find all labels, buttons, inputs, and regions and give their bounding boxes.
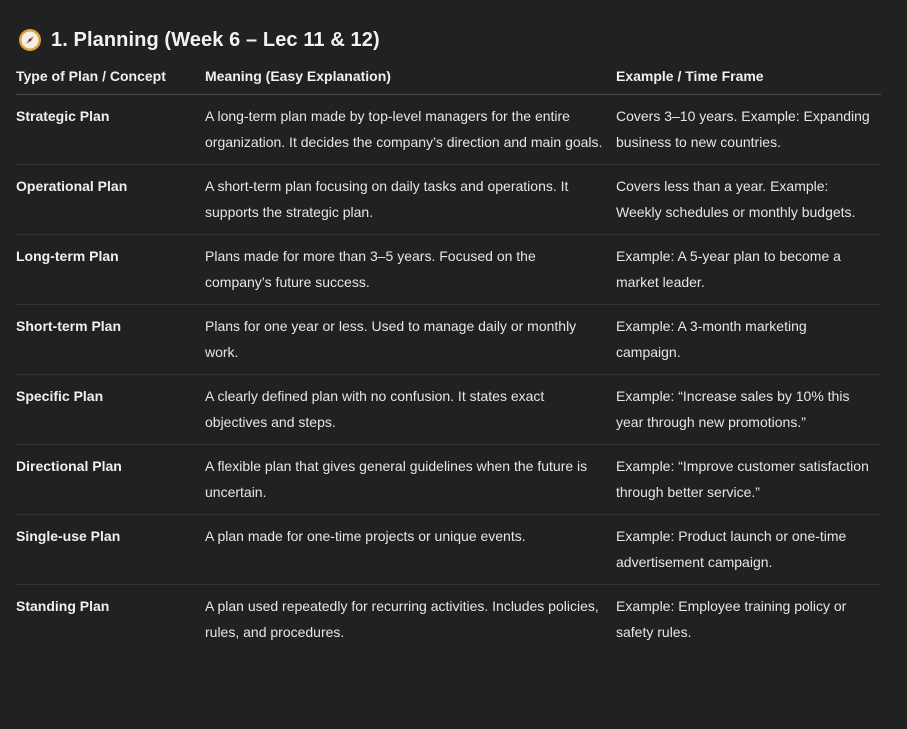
table-row: Long-term Plan Plans made for more than … [16,234,881,305]
table-header-row: Type of Plan / Concept Meaning (Easy Exp… [16,63,881,95]
row-concept: Operational Plan [16,164,205,235]
planning-table: Type of Plan / Concept Meaning (Easy Exp… [16,63,881,654]
row-example: Example: “Improve customer satisfaction … [616,444,881,515]
compass-icon [18,28,42,52]
section-heading: 1. Planning (Week 6 – Lec 11 & 12) [18,28,380,52]
row-concept: Directional Plan [16,444,205,515]
row-example: Example: A 3-month marketing campaign. [616,304,881,375]
page-title: 1. Planning (Week 6 – Lec 11 & 12) [51,28,380,51]
row-example: Example: Product launch or one-time adve… [616,514,881,585]
table-row: Single-use Plan A plan made for one-time… [16,514,881,585]
row-example: Covers 3–10 years. Example: Expanding bu… [616,94,881,165]
row-example: Covers less than a year. Example: Weekly… [616,164,881,235]
table-row: Operational Plan A short-term plan focus… [16,164,881,235]
row-concept: Long-term Plan [16,234,205,305]
column-header-meaning: Meaning (Easy Explanation) [205,63,616,95]
row-meaning: A flexible plan that gives general guide… [205,444,616,515]
row-meaning: A plan used repeatedly for recurring act… [205,598,599,640]
table-row: Directional Plan A flexible plan that gi… [16,444,881,515]
row-meaning: Plans for one year or less. Used to mana… [205,304,616,375]
row-meaning: A clearly defined plan with no confusion… [205,374,616,445]
row-concept: Single-use Plan [16,514,205,585]
row-meaning: A plan made for one-time projects or uni… [205,514,616,585]
row-concept: Strategic Plan [16,94,205,165]
column-header-example: Example / Time Frame [616,63,881,95]
table-row: Strategic Plan A long-term plan made by … [16,94,881,165]
table-row: Specific Plan A clearly defined plan wit… [16,374,881,445]
table-row: Short-term Plan Plans for one year or le… [16,304,881,375]
row-concept: Standing Plan [16,598,110,614]
row-meaning: Plans made for more than 3–5 years. Focu… [205,234,616,305]
column-header-concept: Type of Plan / Concept [16,63,205,95]
row-concept: Short-term Plan [16,304,205,375]
row-concept: Specific Plan [16,374,205,445]
row-example: Example: A 5-year plan to become a marke… [616,234,881,305]
table-row: Standing Plan A plan used repeatedly for… [16,585,881,655]
row-example: Example: “Increase sales by 10% this yea… [616,374,881,445]
row-example: Example: Employee training policy or saf… [616,598,847,640]
row-meaning: A long-term plan made by top-level manag… [205,94,616,165]
row-meaning: A short-term plan focusing on daily task… [205,164,616,235]
